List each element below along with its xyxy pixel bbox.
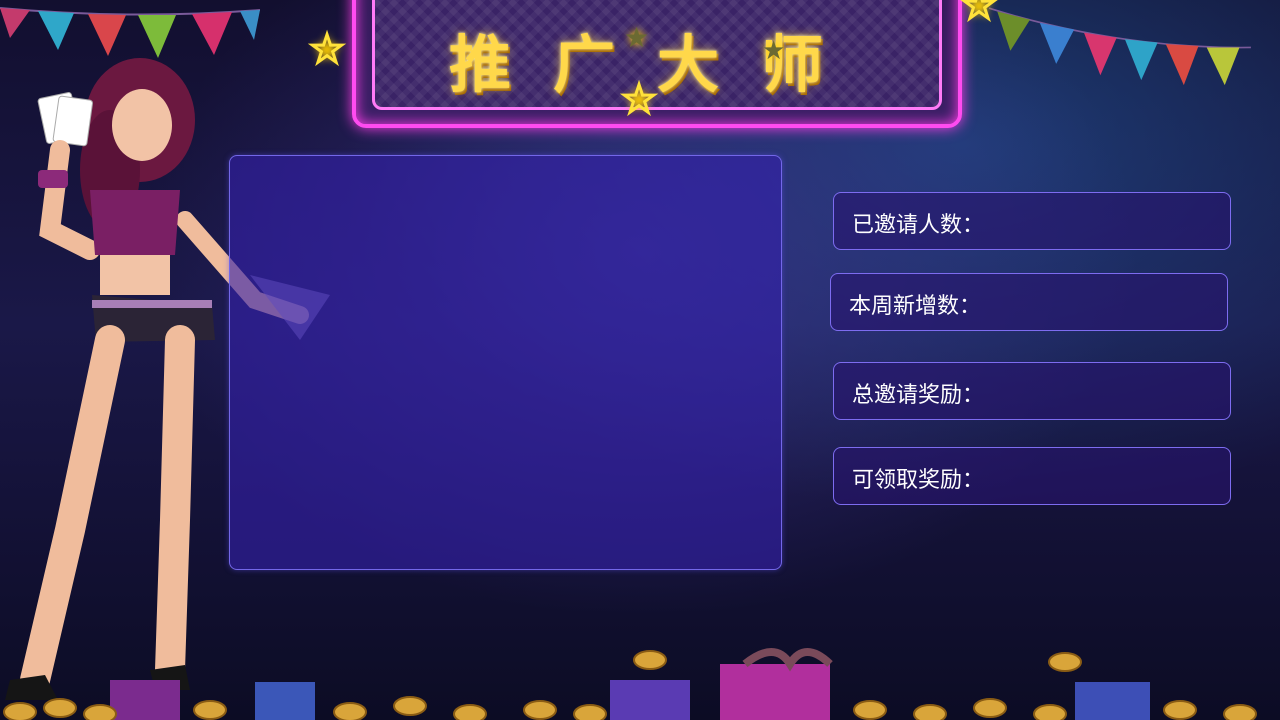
stat-weekly-new: 本周新增数： [830,273,1228,331]
star-icon: ★ [624,21,650,54]
stat-label: 已邀请人数： [852,213,985,238]
stat-claimable-reward: 可领取奖励： [833,447,1231,505]
stat-label: 本周新增数： [849,294,982,319]
star-icon: ★ [620,77,657,121]
star-icon: ★ [762,36,786,66]
stat-label: 可领取奖励： [852,468,985,493]
stat-label: 总邀请奖励： [852,383,985,408]
stat-invited-count: 已邀请人数： [833,192,1231,250]
stat-total-reward: 总邀请奖励： [833,362,1231,420]
bunting-right [988,7,1251,86]
page-title: 推广大师 [448,28,865,101]
coins-and-gifts-decoration [3,648,1257,720]
qr-code-panel [229,155,782,570]
star-icon: ★ [960,0,997,27]
title-sign: 推广大师 [352,0,962,128]
